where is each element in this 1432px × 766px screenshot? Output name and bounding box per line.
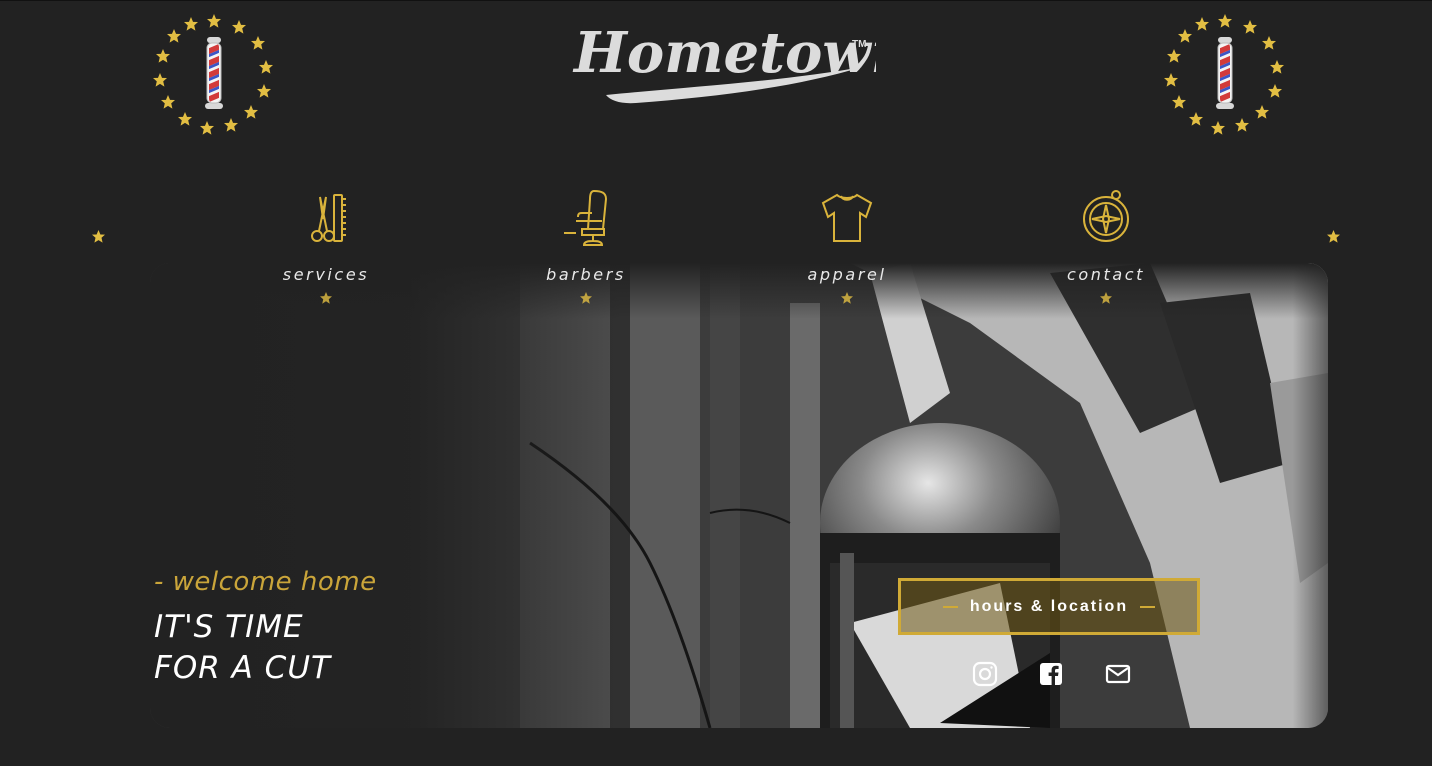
star-icon [1327, 230, 1340, 243]
dash-left [942, 605, 958, 608]
nav-item-services[interactable]: services [256, 189, 396, 309]
star-icon [841, 292, 853, 304]
hours-location-button[interactable]: hours & location [898, 578, 1200, 635]
headline-line-1: IT'S TIME [154, 609, 304, 645]
star-icon [320, 292, 332, 304]
facebook-icon[interactable] [1038, 661, 1064, 687]
tshirt-icon [821, 193, 873, 242]
nav-item-barbers[interactable]: barbers [516, 189, 656, 309]
star-icon [92, 230, 105, 243]
star-icon [580, 292, 592, 304]
scissors-comb-icon [311, 194, 346, 242]
hometown-logo[interactable]: Hometown TM [566, 9, 911, 109]
instagram-icon[interactable] [972, 661, 998, 687]
star-icon [1100, 292, 1112, 304]
email-icon[interactable] [1105, 661, 1131, 687]
barber-pole-badge-left [152, 13, 276, 137]
barber-chair-icon [564, 189, 608, 246]
welcome-text: - welcome home [154, 567, 377, 597]
logo-trademark: TM [852, 39, 866, 50]
compass-icon [1083, 190, 1129, 242]
nav-label: contact [1066, 265, 1146, 284]
barber-pole-badge-right [1163, 13, 1287, 137]
headline-line-2: FOR A CUT [154, 650, 331, 686]
nav-label: services [282, 265, 370, 284]
dash-right [1140, 605, 1156, 608]
headline: IT'S TIME FOR A CUT [154, 607, 331, 689]
nav-item-apparel[interactable]: apparel [777, 189, 917, 309]
nav-label: apparel [807, 265, 887, 284]
logo-text: Hometown [572, 20, 876, 86]
page: Hometown TM services barbers [0, 0, 1432, 766]
nav-item-contact[interactable]: contact [1036, 189, 1176, 309]
hours-location-label: hours & location [969, 597, 1129, 615]
nav-label: barbers [546, 265, 626, 284]
